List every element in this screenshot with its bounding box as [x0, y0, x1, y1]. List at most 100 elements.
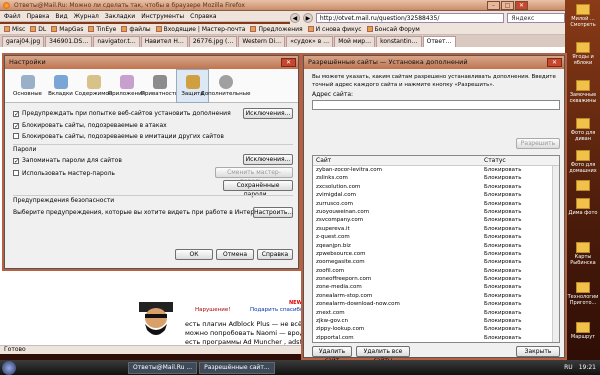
- tab[interactable]: «судок» в …: [286, 36, 334, 47]
- table-row[interactable]: zxcsolution.com Блокировать: [313, 183, 559, 191]
- table-row[interactable]: zone-media.com Блокировать: [313, 283, 559, 291]
- bookmark-ficus[interactable]: И снова фикус: [307, 26, 362, 33]
- table-row[interactable]: zslinks.com Блокировать: [313, 174, 559, 182]
- table-row[interactable]: zpwebsource.com Блокировать: [313, 250, 559, 258]
- remove-all-sites-button[interactable]: Удалить все сайты: [356, 346, 410, 364]
- block-attack-row[interactable]: ✓ Блокировать сайты, подозреваемые в атак…: [13, 122, 167, 130]
- start-button[interactable]: [2, 360, 16, 375]
- bookmark-tineye[interactable]: TinEye: [88, 26, 116, 33]
- thanks-link[interactable]: Подарить спасибо: [250, 307, 303, 313]
- menu-history[interactable]: Журнал: [74, 13, 99, 20]
- tab-general[interactable]: Основные: [11, 69, 44, 103]
- close-button[interactable]: ✕: [515, 1, 528, 10]
- column-status[interactable]: Статус: [481, 156, 506, 165]
- tab[interactable]: Western Di…: [238, 36, 286, 47]
- tab-active[interactable]: Ответ…: [422, 36, 456, 47]
- table-row[interactable]: znext.com Блокировать: [313, 309, 559, 317]
- desktop-icon[interactable]: Фото для диван: [567, 118, 599, 142]
- table-row[interactable]: zipportal.comБлокировать: [313, 342, 559, 343]
- help-button[interactable]: Справка: [257, 249, 293, 260]
- scrollbar[interactable]: [552, 166, 559, 342]
- table-row[interactable]: zuoyouweinan.com Блокировать: [313, 208, 559, 216]
- desktop-icon[interactable]: Маршрут: [567, 322, 599, 340]
- tab[interactable]: Мой мир…: [334, 36, 376, 47]
- menu-file[interactable]: Файл: [4, 13, 21, 20]
- tab-applications[interactable]: Приложения: [108, 69, 145, 103]
- tab-security[interactable]: Защита: [176, 69, 209, 103]
- cancel-button[interactable]: Отмена: [216, 249, 254, 260]
- clock[interactable]: 19:21: [579, 364, 596, 371]
- desktop-icon[interactable]: Ягоды и яблоки: [567, 42, 599, 66]
- bookmark-dl[interactable]: DL: [30, 26, 46, 33]
- table-row[interactable]: zoneoffreeporn.com Блокировать: [313, 275, 559, 283]
- table-row[interactable]: zipportal.comБлокировать: [313, 334, 559, 342]
- table-row[interactable]: zsupereva.it Блокировать: [313, 225, 559, 233]
- allow-button[interactable]: Разрешить: [516, 138, 560, 149]
- bookmark-misc[interactable]: Misc: [4, 26, 25, 33]
- desktop-icon[interactable]: Карты Рыбинска: [567, 242, 599, 266]
- bookmark-offers[interactable]: Предложения: [250, 26, 303, 33]
- tab-tabs[interactable]: Вкладки: [44, 69, 77, 103]
- table-row[interactable]: zqeanjpn.biz Блокировать: [313, 242, 559, 250]
- bookmark-bonsai[interactable]: Бонсай Форум: [366, 26, 420, 33]
- taskbar-item-dialog[interactable]: Разрешённые сайт...: [199, 361, 275, 374]
- remember-passwords-checkbox[interactable]: ✓: [13, 158, 19, 165]
- warn-addons-checkbox[interactable]: ✓: [13, 111, 19, 118]
- block-attack-checkbox[interactable]: ✓: [13, 123, 19, 130]
- maximize-button[interactable]: □: [501, 1, 514, 10]
- desktop-icon[interactable]: [567, 180, 599, 192]
- table-row[interactable]: z-quest.com Блокировать: [313, 233, 559, 241]
- search-input[interactable]: Яндекс: [507, 12, 565, 23]
- menu-bookmarks[interactable]: Закладки: [105, 13, 135, 20]
- desktop-icon[interactable]: Милой ... Смотреть: [567, 4, 599, 28]
- tab-advanced[interactable]: Дополнительные: [201, 69, 251, 103]
- minimize-button[interactable]: –: [487, 1, 500, 10]
- warnings-settings-button[interactable]: Настроить...: [253, 207, 293, 218]
- passwords-exceptions-button[interactable]: Исключения...: [243, 154, 293, 165]
- tab-privacy[interactable]: Приватность: [141, 69, 178, 103]
- menu-help[interactable]: Справка: [190, 13, 216, 20]
- ok-button[interactable]: ОК: [175, 249, 213, 260]
- saved-passwords-button[interactable]: Сохранённые пароли...: [223, 180, 293, 198]
- tab-content[interactable]: Содержимое: [75, 69, 112, 103]
- desktop-icon[interactable]: Дима фото: [567, 198, 599, 216]
- warn-addons-row[interactable]: ✓ Предупреждать при попытке веб-сайтов ус…: [13, 110, 231, 118]
- bookmark-mapgas[interactable]: MapGas: [51, 26, 83, 33]
- language-indicator[interactable]: RU: [564, 364, 573, 371]
- change-master-button[interactable]: Сменить мастер-пароль...: [215, 167, 293, 185]
- use-master-row[interactable]: Использовать мастер-пароль: [13, 170, 115, 177]
- table-row[interactable]: zonealarm-download-now.com Блокировать: [313, 300, 559, 308]
- allowed-sites-close-button[interactable]: ✕: [547, 58, 562, 67]
- back-icon[interactable]: ◀: [290, 12, 300, 23]
- bookmark-files[interactable]: файлы: [121, 26, 151, 33]
- tab[interactable]: garaj04.jpg: [2, 36, 45, 47]
- block-forgery-checkbox[interactable]: [13, 133, 19, 139]
- desktop-icon[interactable]: Фото для домашних: [567, 150, 599, 174]
- column-site[interactable]: Сайт: [313, 156, 481, 165]
- table-row[interactable]: zjkw-gov.cn Блокировать: [313, 317, 559, 325]
- block-forgery-row[interactable]: Блокировать сайты, подозреваемые в имита…: [13, 133, 224, 140]
- tab[interactable]: 26776.jpg (…: [188, 36, 238, 47]
- table-row[interactable]: zsvcompany.com Блокировать: [313, 216, 559, 224]
- site-address-input[interactable]: [312, 100, 560, 110]
- table-row[interactable]: zoofil.com Блокировать: [313, 267, 559, 275]
- table-row[interactable]: zonealarm-stop.com Блокировать: [313, 292, 559, 300]
- tab[interactable]: navigator.t…: [93, 36, 140, 47]
- menu-edit[interactable]: Правка: [27, 13, 50, 20]
- violation-link[interactable]: Нарушение!: [195, 307, 230, 313]
- table-row[interactable]: zoomegasite.com Блокировать: [313, 258, 559, 266]
- tab[interactable]: konstantin…: [376, 36, 422, 47]
- close-dialog-button[interactable]: Закрыть: [516, 346, 560, 357]
- remove-site-button[interactable]: Удалить сайт: [312, 346, 352, 364]
- bookmark-inbox[interactable]: Входящие | Мастер-почта: [155, 26, 245, 33]
- settings-close-button[interactable]: ✕: [281, 58, 296, 67]
- table-row[interactable]: zippy-lookup.com Блокировать: [313, 325, 559, 333]
- desktop-icon[interactable]: Технологии Пригото...: [567, 282, 599, 306]
- table-row[interactable]: zyban-zocor-levitra.com Блокировать: [313, 166, 559, 174]
- table-row[interactable]: zvimigdal.com Блокировать: [313, 191, 559, 199]
- remember-passwords-row[interactable]: ✓ Запоминать пароли для сайтов: [13, 157, 122, 165]
- tab[interactable]: Навител Н…: [140, 36, 188, 47]
- use-master-checkbox[interactable]: [13, 170, 19, 176]
- menu-tools[interactable]: Инструменты: [141, 13, 184, 20]
- desktop-icon[interactable]: Замочные скважины: [567, 80, 599, 104]
